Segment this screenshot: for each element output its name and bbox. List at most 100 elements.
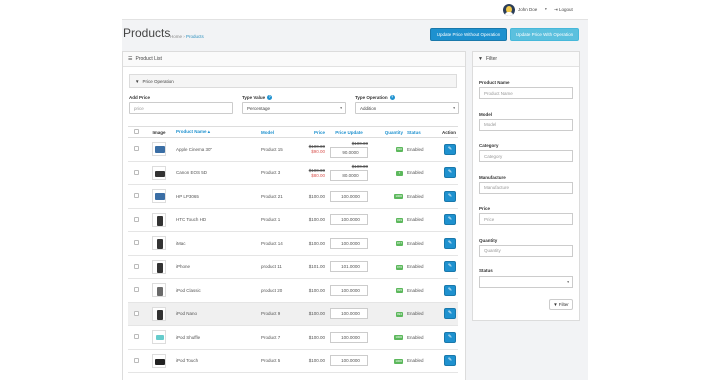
price-update-cell: 100.0000 xyxy=(327,208,371,232)
model-cell: product 20 xyxy=(259,278,303,303)
logout-link[interactable]: ⇥ Logout xyxy=(554,7,573,13)
quantity-badge: 995 xyxy=(395,288,403,294)
edit-button[interactable]: ✎ xyxy=(444,331,456,343)
add-price-input[interactable]: price xyxy=(129,102,233,114)
type-value-select[interactable]: Percentage ▾ xyxy=(242,102,346,114)
breadcrumb: Home › Products xyxy=(170,34,204,39)
price-update-input[interactable]: 100.0000 xyxy=(330,308,368,320)
status-cell: Enabled xyxy=(405,161,435,185)
price-value: $100.00 xyxy=(308,311,325,317)
filter-title: Filter xyxy=(485,56,498,62)
price-update-input[interactable]: 100.0000 xyxy=(330,190,368,202)
breadcrumb-products[interactable]: Products xyxy=(186,34,204,39)
model-cell: Product 3 xyxy=(259,161,303,185)
quantity-cell: 970 xyxy=(371,255,405,279)
product-name-cell: Canon EOS 5D xyxy=(174,161,259,185)
phone-thumbnail xyxy=(152,259,166,274)
filter-input[interactable]: Category xyxy=(479,150,573,162)
model-cell: Product 5 xyxy=(259,349,303,373)
filter-input[interactable]: Product Name xyxy=(479,87,573,99)
quantity-badge: 7 xyxy=(396,170,403,176)
type-operation-select[interactable]: Addition ▾ xyxy=(355,102,459,114)
monitor-thumbnail xyxy=(152,189,166,204)
page-title: Products xyxy=(123,26,171,40)
filter-label: Model xyxy=(479,111,492,117)
price-update-input[interactable]: 100.0000 xyxy=(330,237,368,249)
row-checkbox[interactable] xyxy=(133,193,139,199)
update-price-with-operation-button[interactable]: Update Price With Operation xyxy=(510,28,579,41)
chevron-down-icon[interactable]: ▾ xyxy=(545,7,547,11)
help-icon[interactable]: ? xyxy=(267,95,273,101)
filter-input[interactable]: Model xyxy=(479,118,573,131)
edit-button[interactable]: ✎ xyxy=(444,237,456,249)
row-checkbox[interactable] xyxy=(133,216,139,222)
column-price[interactable]: Price xyxy=(303,126,327,138)
edit-button[interactable]: ✎ xyxy=(444,167,456,179)
image-cell xyxy=(144,208,174,232)
select-all-checkbox[interactable] xyxy=(133,129,139,134)
filter-status-select[interactable]: ▾ xyxy=(479,276,573,288)
filter-button[interactable]: ▼ Filter xyxy=(549,299,573,310)
update-price-without-operation-button[interactable]: Update Price Without Operation xyxy=(430,28,507,41)
edit-button[interactable]: ✎ xyxy=(444,190,456,202)
model-cell: product 11 xyxy=(259,255,303,279)
edit-button[interactable]: ✎ xyxy=(444,261,456,273)
user-name[interactable]: John Doe xyxy=(518,7,537,12)
row-checkbox[interactable] xyxy=(133,240,139,246)
row-checkbox[interactable] xyxy=(133,146,139,152)
price-update-input[interactable]: 100.0000 xyxy=(330,355,368,367)
price-cell: $100.00 xyxy=(303,302,327,326)
filter-status-label: Status xyxy=(479,268,493,273)
quantity-cell: 1000 xyxy=(371,325,405,350)
price-update-input[interactable]: 90.0000 xyxy=(330,146,368,158)
edit-button[interactable]: ✎ xyxy=(444,143,456,155)
add-price-label: Add Price xyxy=(129,95,151,100)
price-update-input[interactable]: 101.0000 xyxy=(330,261,368,273)
price-update-input[interactable]: 100.0000 xyxy=(330,284,368,296)
row-checkbox[interactable] xyxy=(133,287,139,293)
user-avatar[interactable] xyxy=(503,4,515,16)
column-price-update[interactable]: Price Update xyxy=(327,126,371,138)
price-update-input[interactable]: 80.0000 xyxy=(330,170,368,182)
price-cell: $100.00 xyxy=(303,184,327,209)
price-value: $101.00 xyxy=(308,264,325,270)
column-quantity[interactable]: Quantity xyxy=(371,126,405,138)
model-cell: Product 21 xyxy=(259,184,303,209)
filter-input[interactable]: Price xyxy=(479,213,573,225)
top-header: John Doe ▾ ⇥ Logout xyxy=(122,0,588,20)
price-cell: $100.00 xyxy=(303,325,327,350)
breadcrumb-home[interactable]: Home xyxy=(170,34,182,39)
status-cell: Enabled xyxy=(405,278,435,303)
quantity-cell: 990 xyxy=(371,137,405,162)
edit-button[interactable]: ✎ xyxy=(444,308,456,320)
column-product-name[interactable]: Product Name ▴ xyxy=(174,126,259,138)
filter-heading: ▼ Filter xyxy=(473,52,579,67)
row-checkbox[interactable] xyxy=(133,169,139,175)
image-cell xyxy=(144,184,174,209)
quantity-cell: 1000 xyxy=(371,349,405,373)
table-row: HTC Touch HD Product 1 $100.00 100.0000 … xyxy=(128,208,458,232)
filter-input[interactable]: Quantity xyxy=(479,244,573,257)
row-checkbox[interactable] xyxy=(133,263,139,269)
model-cell: Product 1 xyxy=(259,208,303,232)
page-header: Products Home › Products xyxy=(123,26,204,40)
row-checkbox[interactable] xyxy=(133,357,139,363)
filter-input[interactable]: Manufacture xyxy=(479,181,573,194)
column-model[interactable]: Model xyxy=(259,126,303,138)
price-update-wrap: 100.0000 xyxy=(330,190,368,202)
row-checkbox[interactable] xyxy=(133,310,139,316)
price-value: $100.00 xyxy=(308,358,325,364)
price-update-input[interactable]: 100.0000 xyxy=(330,331,368,343)
help-icon[interactable]: ? xyxy=(389,95,395,101)
edit-button[interactable]: ✎ xyxy=(444,355,456,367)
product-name-cell: iPod Nano xyxy=(174,302,259,326)
chevron-down-icon: ▾ xyxy=(567,280,569,284)
action-cell: ✎ xyxy=(435,278,458,303)
column-status[interactable]: Status xyxy=(405,126,435,138)
row-checkbox[interactable] xyxy=(133,334,139,340)
breadcrumb-separator: › xyxy=(183,34,185,39)
phone-thumbnail xyxy=(152,212,166,227)
edit-button[interactable]: ✎ xyxy=(444,284,456,296)
edit-button[interactable]: ✎ xyxy=(444,214,456,226)
price-update-input[interactable]: 100.0000 xyxy=(330,214,368,226)
